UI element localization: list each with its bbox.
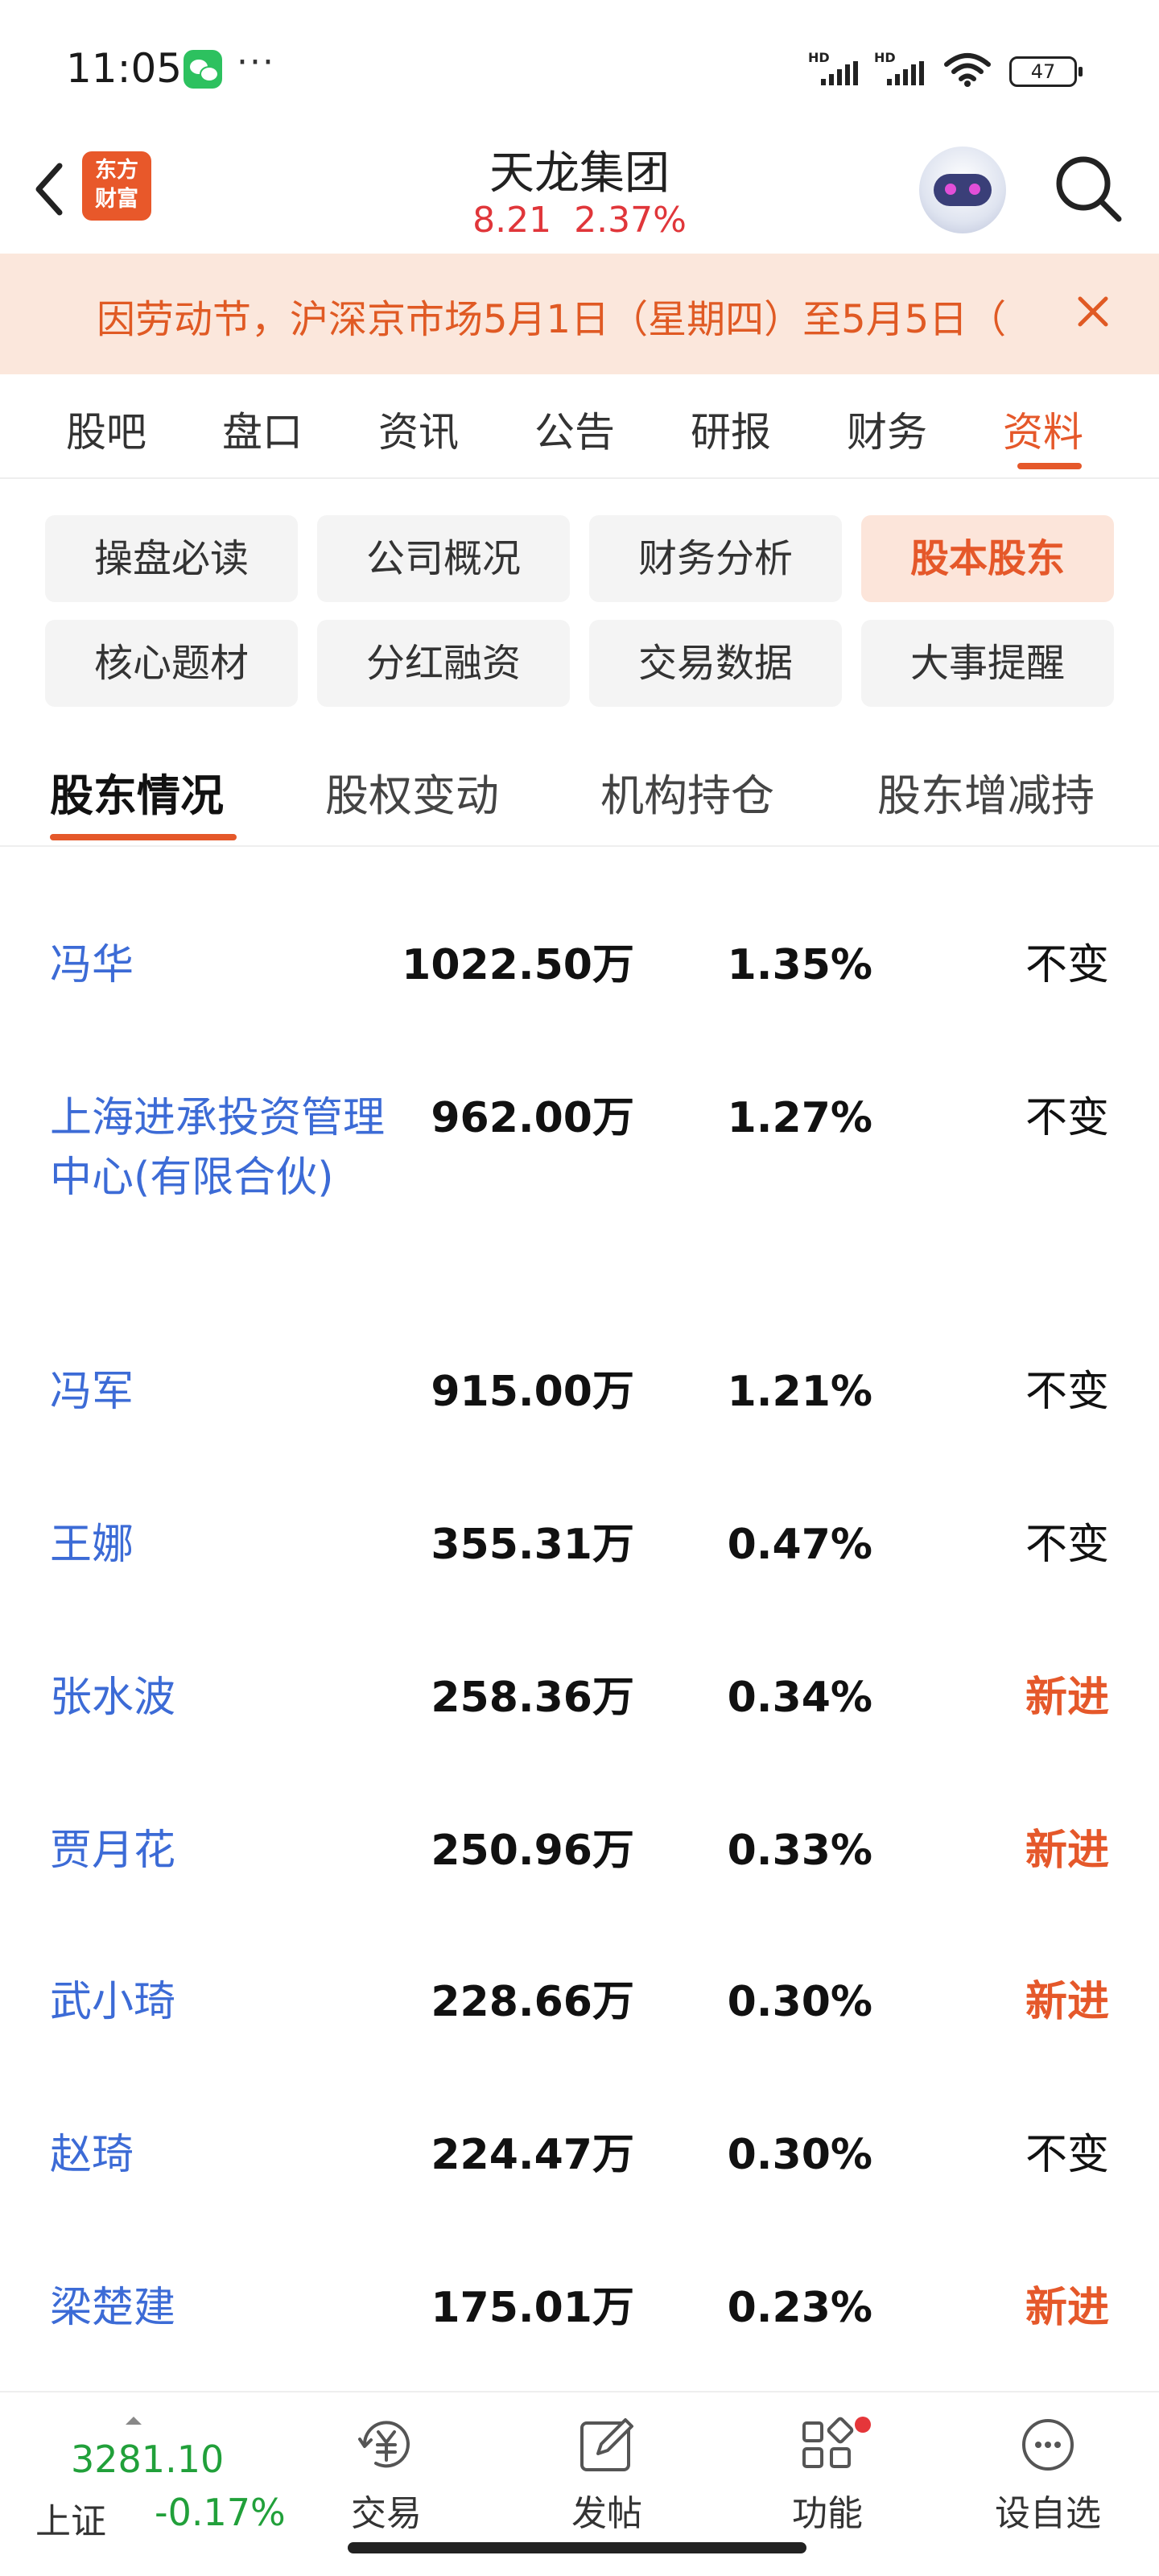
tab-news[interactable]: 资讯 (378, 400, 459, 458)
holder-change-status: 不变 (1025, 941, 1109, 989)
holder-change-status: 不变 (1025, 1094, 1109, 1142)
chip-trading-essentials[interactable]: 操盘必读 (45, 515, 298, 602)
holder-percent: 0.33% (727, 1827, 872, 1875)
chip-financial-analysis[interactable]: 财务分析 (589, 515, 842, 602)
post-icon (580, 2418, 633, 2471)
watchlist-icon (1022, 2419, 1074, 2471)
chip-core-themes[interactable]: 核心题材 (45, 620, 298, 707)
holder-change-status: 不变 (1025, 2131, 1109, 2179)
stock-change-pct: 2.37% (574, 200, 687, 241)
chevron-up-icon (126, 2417, 142, 2425)
holder-name[interactable]: 上海进承投资管理中心(有限合伙) (50, 1088, 388, 1208)
index-value: 3281.10 (71, 2438, 225, 2481)
trade-icon (358, 2421, 410, 2468)
tab-research[interactable]: 研报 (691, 400, 771, 458)
holder-name[interactable]: 张水波 (50, 1668, 388, 1728)
holder-name[interactable]: 贾月花 (50, 1821, 388, 1880)
holder-name[interactable]: 梁楚建 (50, 2278, 388, 2338)
holder-name[interactable]: 冯军 (50, 1362, 388, 1422)
home-indicator[interactable] (348, 2542, 806, 2553)
holiday-notice-text: 因劳动节，沪深京市场5月1日（星期四）至5月5日（ (97, 297, 1007, 342)
shareholder-sub-tabs: 股东情况 股权变动 机构持仓 股东增减持 (0, 749, 1159, 847)
holder-shares: 224.47万 (431, 2131, 634, 2179)
more-notifications-icon: ··· (237, 42, 275, 83)
stock-price: 8.21 (472, 200, 552, 241)
holder-percent: 1.27% (727, 1094, 872, 1142)
holder-percent: 1.35% (727, 941, 872, 989)
holder-change-status: 新进 (1025, 1674, 1109, 1722)
wechat-notification-icon (184, 50, 222, 89)
chip-trading-data[interactable]: 交易数据 (589, 620, 842, 707)
holder-shares: 175.01万 (431, 2284, 634, 2332)
holder-shares: 962.00万 (431, 1094, 634, 1142)
active-tab-indicator (1017, 463, 1082, 469)
holder-change-status: 不变 (1025, 1368, 1109, 1416)
search-icon[interactable] (1050, 150, 1127, 227)
tab-guba[interactable]: 股吧 (66, 400, 146, 458)
holder-change-status: 新进 (1025, 1827, 1109, 1875)
subtab-holding-changes[interactable]: 股东增减持 (877, 760, 1095, 824)
holder-shares: 915.00万 (431, 1368, 634, 1416)
holder-change-status: 新进 (1025, 1978, 1109, 2026)
ai-assistant-robot-icon[interactable] (919, 147, 1006, 233)
holder-name[interactable]: 王娜 (50, 1515, 388, 1575)
nav-post[interactable]: 发帖 (534, 2412, 679, 2534)
tab-announcements[interactable]: 公告 (534, 400, 615, 458)
nav-functions[interactable]: 功能 (755, 2412, 900, 2534)
holder-percent: 0.23% (727, 2284, 872, 2332)
holder-percent: 0.47% (727, 1521, 872, 1569)
holder-name[interactable]: 赵琦 (50, 2125, 388, 2185)
wifi-icon (944, 53, 991, 87)
holder-shares: 250.96万 (431, 1827, 634, 1875)
chip-company-overview[interactable]: 公司概况 (317, 515, 570, 602)
nav-trade[interactable]: 交易 (314, 2412, 459, 2534)
cell-signal-1-icon: HD (808, 50, 864, 89)
holder-shares: 1022.50万 (402, 941, 634, 989)
status-bar: 11:05 ··· HD HD 47 (0, 0, 1159, 137)
main-tab-bar: 股吧 盘口 资讯 公告 研报 财务 资料 (0, 374, 1159, 479)
holder-change-status: 不变 (1025, 1521, 1109, 1569)
subtab-institutional-holdings[interactable]: 机构持仓 (600, 760, 774, 824)
holder-percent: 1.21% (727, 1368, 872, 1416)
holder-percent: 0.30% (727, 2131, 872, 2179)
holder-name[interactable]: 武小琦 (50, 1972, 388, 2032)
notification-badge (855, 2417, 871, 2433)
holiday-notice-banner[interactable]: 因劳动节，沪深京市场5月1日（星期四）至5月5日（ (0, 254, 1159, 374)
chip-share-capital-holders[interactable]: 股本股东 (861, 515, 1114, 602)
chip-dividends-financing[interactable]: 分红融资 (317, 620, 570, 707)
shareholder-list: 冯华 1022.50万 1.35% 不变 上海进承投资管理中心(有限合伙) 96… (0, 847, 1159, 2392)
holder-shares: 228.66万 (431, 1978, 634, 2026)
battery-icon: 47 (1009, 56, 1083, 87)
stock-header: 天龙集团 8.21 2.37% 东方 财富 (0, 137, 1159, 254)
tab-profile[interactable]: 资料 (1003, 400, 1083, 458)
holder-change-status: 新进 (1025, 2284, 1109, 2332)
subtab-shareholders[interactable]: 股东情况 (50, 760, 224, 824)
index-name: 上证 (35, 2501, 106, 2542)
holder-percent: 0.30% (727, 1978, 872, 2026)
subtab-equity-changes[interactable]: 股权变动 (325, 760, 499, 824)
back-arrow-icon[interactable] (24, 153, 72, 225)
eastmoney-logo[interactable]: 东方 财富 (82, 151, 151, 221)
chip-event-reminders[interactable]: 大事提醒 (861, 620, 1114, 707)
cell-signal-2-icon: HD (874, 50, 930, 89)
active-subtab-indicator (50, 834, 237, 840)
status-time: 11:05 (66, 45, 183, 92)
holder-name[interactable]: 冯华 (50, 935, 388, 995)
holder-shares: 258.36万 (431, 1674, 634, 1722)
tab-pankou[interactable]: 盘口 (222, 400, 303, 458)
holder-percent: 0.34% (727, 1674, 872, 1722)
index-ticker[interactable]: 3281.10 上证 -0.17% (35, 2417, 293, 2542)
functions-icon (802, 2417, 854, 2468)
nav-watchlist[interactable]: 设自选 (975, 2412, 1120, 2534)
holder-shares: 355.31万 (431, 1521, 634, 1569)
tab-finance[interactable]: 财务 (847, 400, 927, 458)
close-icon[interactable] (1070, 289, 1116, 334)
index-change: -0.17% (155, 2491, 286, 2534)
